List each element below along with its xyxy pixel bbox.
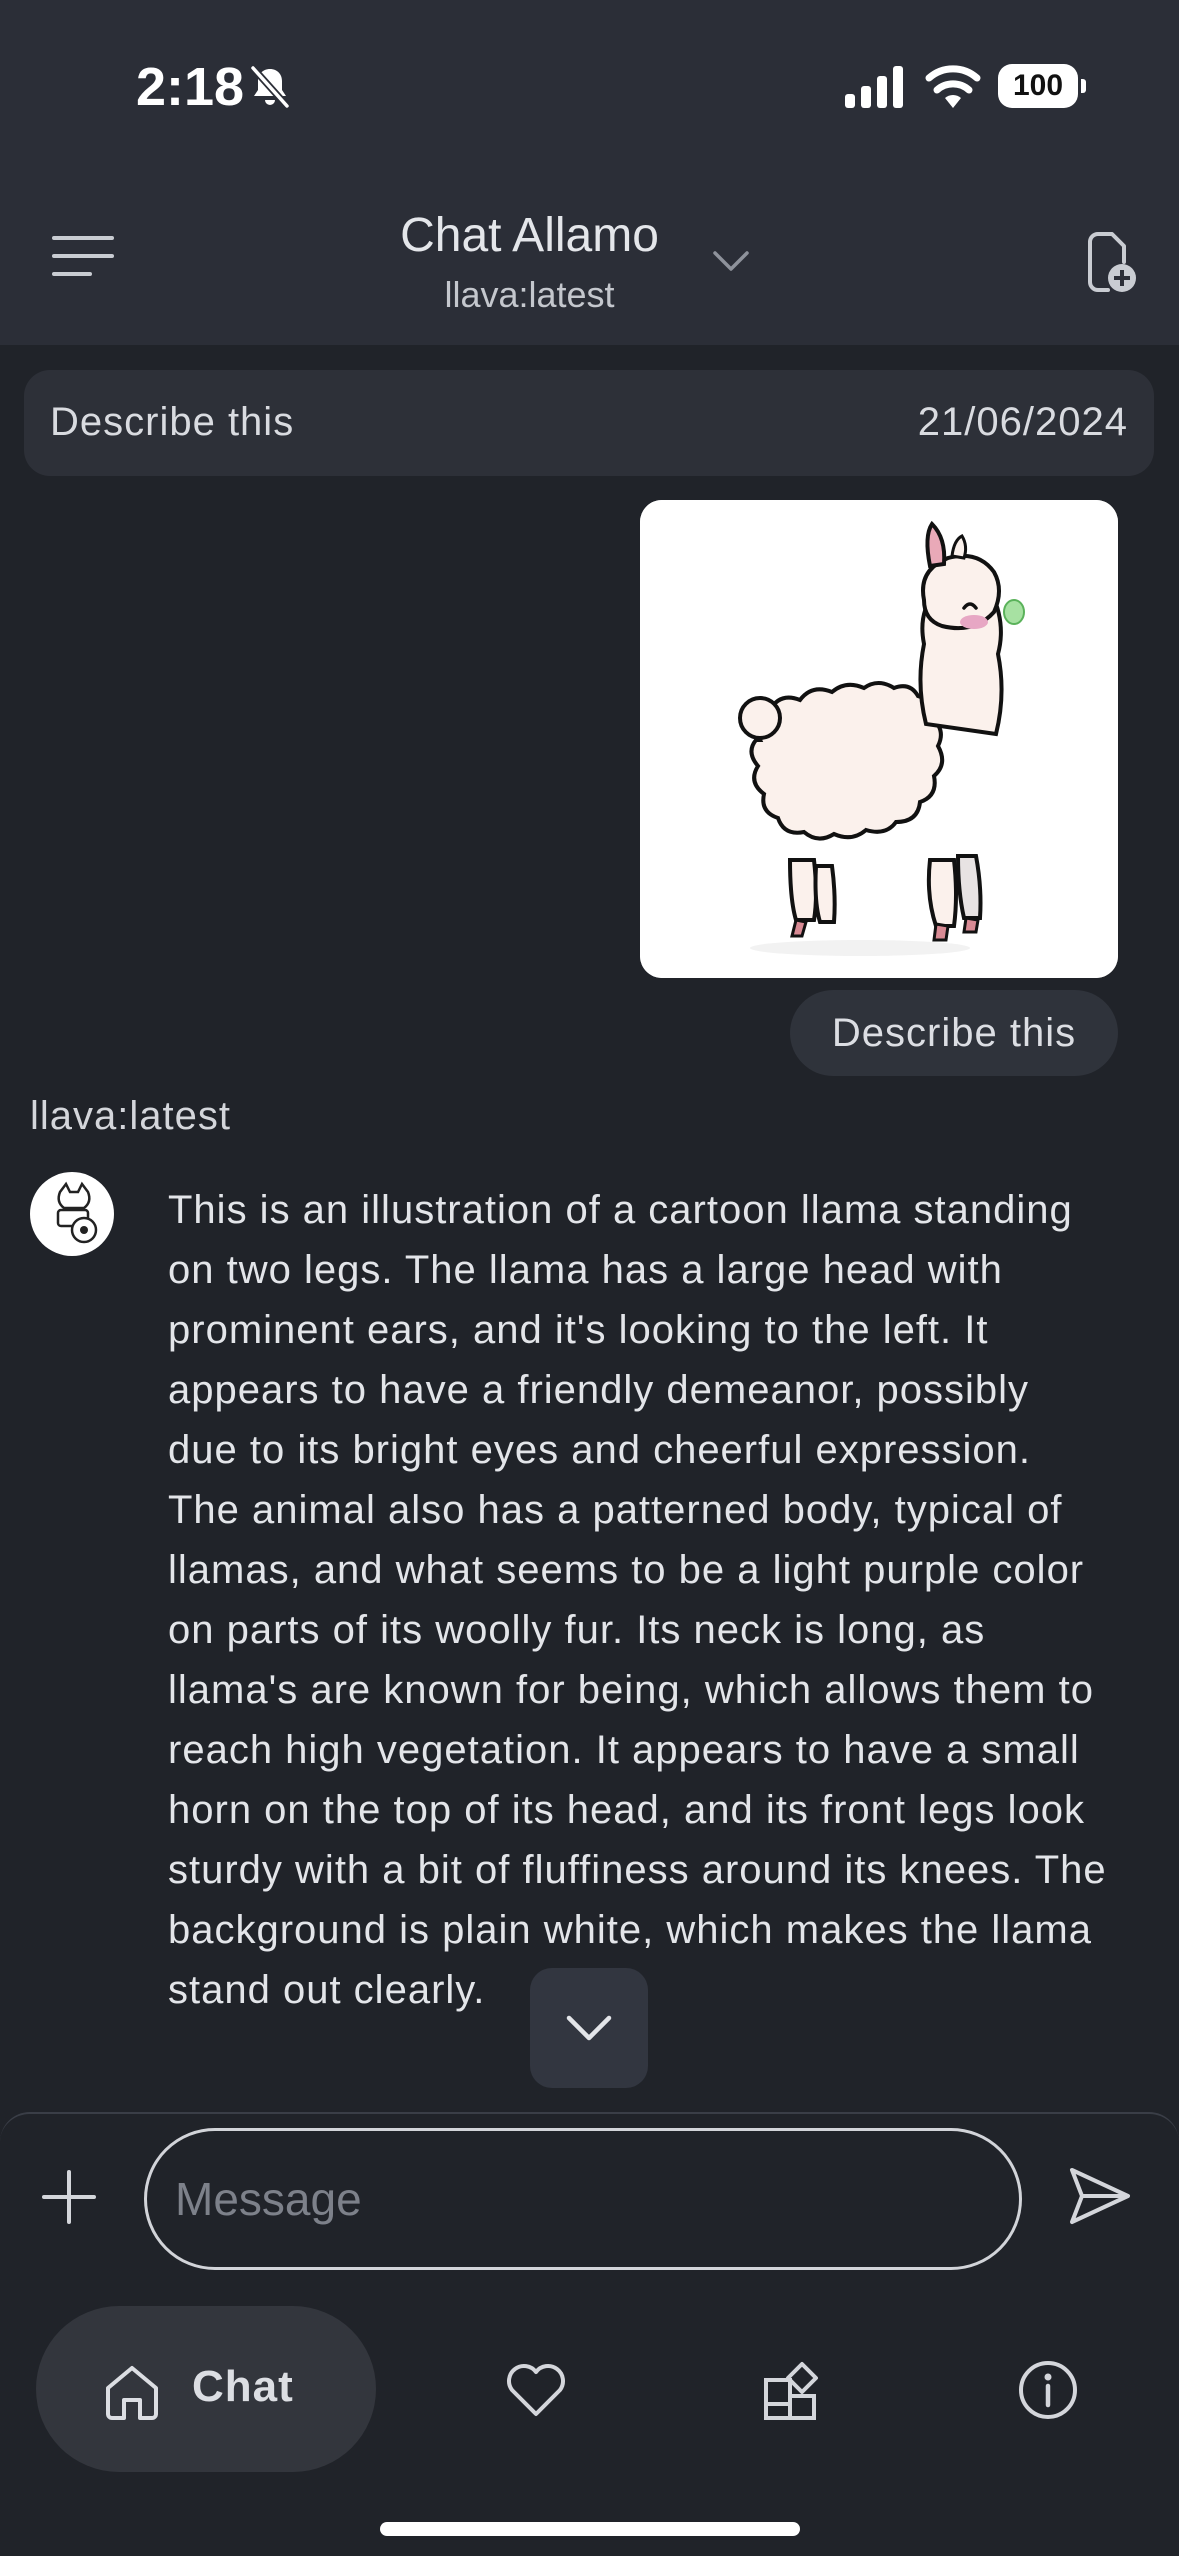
conversation-bar[interactable]: Describe this 21/06/2024 [24, 370, 1154, 476]
avatar [30, 1172, 114, 1256]
bell-off-icon [250, 65, 290, 109]
llama-illustration [640, 500, 1118, 978]
send-icon[interactable] [1068, 2164, 1132, 2228]
conversation-title: Describe this [50, 400, 295, 444]
home-indicator[interactable] [380, 2522, 800, 2536]
home-icon [106, 2366, 158, 2420]
screen: 2:18 100 Chat Allamo llava:latest Descri… [0, 0, 1179, 2556]
info-icon[interactable] [1016, 2358, 1080, 2422]
status-time: 2:18 [136, 57, 245, 117]
model-name-label: llava:latest [30, 1094, 231, 1138]
chevron-down-icon[interactable] [712, 248, 750, 274]
model-subtitle[interactable]: llava:latest [0, 274, 1059, 316]
heart-icon[interactable] [504, 2358, 568, 2422]
new-chat-icon[interactable] [1080, 228, 1140, 296]
conversation-date: 21/06/2024 [917, 400, 1128, 444]
plus-icon[interactable] [40, 2168, 98, 2226]
chevron-down-icon [566, 2015, 612, 2041]
nav-item-chat[interactable]: Chat [36, 2306, 376, 2472]
scroll-down-button[interactable] [530, 1968, 648, 2088]
user-message-bubble[interactable]: Describe this [790, 990, 1118, 1076]
attached-image[interactable] [640, 500, 1118, 978]
message-input[interactable] [144, 2128, 1022, 2270]
page-title[interactable]: Chat Allamo [0, 208, 1059, 263]
signal-icon [845, 66, 903, 108]
widgets-icon[interactable] [760, 2358, 824, 2422]
nav-chat-label: Chat [192, 2362, 294, 2411]
battery-indicator: 100 [998, 64, 1086, 108]
wifi-icon [925, 65, 981, 108]
